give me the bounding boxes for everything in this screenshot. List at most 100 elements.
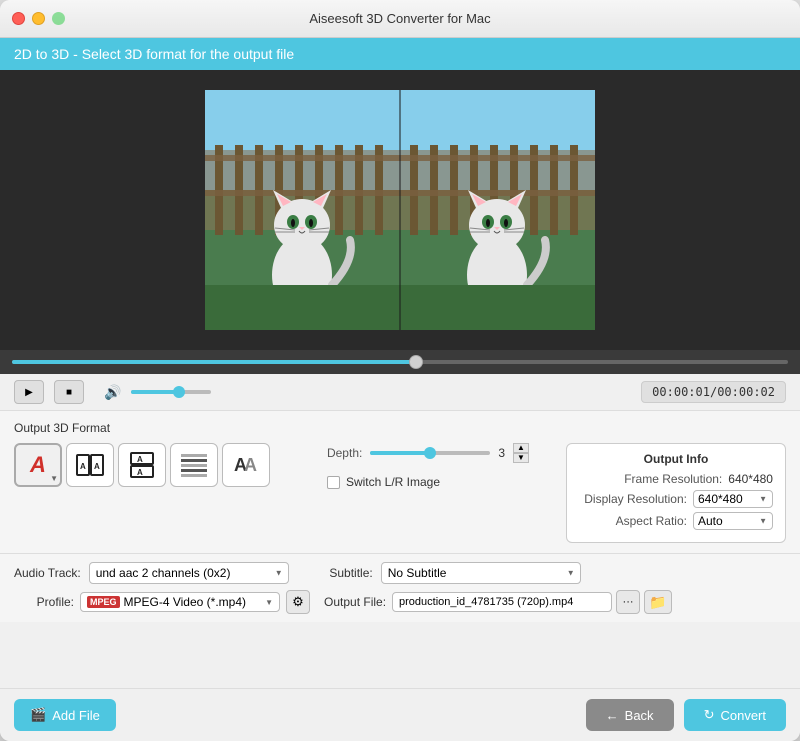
convert-icon: ↻ [704,707,715,723]
seek-track[interactable] [12,360,788,364]
title-bar: Aiseesoft 3D Converter for Mac [0,0,800,38]
time-display: 00:00:01/00:00:02 [641,381,786,403]
svg-text:A: A [137,468,143,477]
depth-label: Depth: [327,446,362,460]
aspect-ratio-wrapper: Auto 4:3 16:9 [693,512,773,530]
seek-thumb[interactable] [409,355,423,369]
close-button[interactable] [12,12,25,25]
format-icons-row: A ▼ A A [14,443,270,487]
right-buttons: ← Back ↻ Convert [586,699,786,731]
format-section: Output 3D Format A ▼ A A [0,411,800,553]
top-bottom-btn[interactable]: A A [118,443,166,487]
add-file-button[interactable]: 🎬 Add File [14,699,116,731]
traffic-lights [12,12,65,25]
add-file-icon: 🎬 [30,707,46,723]
controls-bar: ▶ ■ 🔊 00:00:01/00:00:02 [0,374,800,411]
profile-settings-btn[interactable]: ⚙ [286,590,310,614]
format-depth-area: A ▼ A A [14,443,786,543]
side-by-side-btn[interactable]: A A [66,443,114,487]
back-icon: ← [606,708,619,723]
display-resolution-row: Display Resolution: 640*480 1280*720 192… [579,490,773,508]
svg-text:A: A [94,462,100,471]
output-file-label: Output File: [324,595,386,609]
minimize-button[interactable] [32,12,45,25]
audio-track-select[interactable]: und aac 2 channels (0x2) [89,562,289,584]
output-info-box: Output Info Frame Resolution: 640*480 Di… [566,443,786,543]
column-interleaved-btn[interactable]: A A [222,443,270,487]
format-section-label: Output 3D Format [14,421,786,435]
display-resolution-select[interactable]: 640*480 1280*720 1920*1080 [693,490,773,508]
volume-thumb[interactable] [173,386,185,398]
profile-label: Profile: [14,595,74,609]
convert-label: Convert [720,708,766,723]
play-button[interactable]: ▶ [14,380,44,404]
profile-row: Profile: MPEG MPEG-4 Video (*.mp4) ▼ ⚙ O… [14,590,786,614]
volume-track[interactable] [131,390,211,394]
volume-icon: 🔊 [104,384,121,401]
interleaved-btn[interactable] [170,443,218,487]
depth-value: 3 [498,446,505,460]
audio-track-row: Audio Track: und aac 2 channels (0x2) Su… [14,562,786,584]
profile-dropdown-arrow: ▼ [265,598,273,607]
frame-resolution-value: 640*480 [728,472,773,486]
stop-button[interactable]: ■ [54,380,84,404]
depth-up-btn[interactable]: ▲ [513,443,529,453]
mpeg-logo: MPEG [87,596,120,608]
add-file-label: Add File [52,708,100,723]
format-left-col: A ▼ A A [14,443,270,487]
column-interleaved-icon: A A [231,451,261,479]
window-title: Aiseesoft 3D Converter for Mac [309,11,490,26]
aspect-ratio-row: Aspect Ratio: Auto 4:3 16:9 [579,512,773,530]
svg-text:A: A [137,455,143,464]
output-file-value: production_id_4781735 (720p).mp4 [392,592,612,612]
output-info-title: Output Info [579,452,773,466]
side-by-side-icon: A A [75,451,105,479]
svg-text:A: A [80,462,86,471]
switch-lr-checkbox[interactable] [327,476,340,489]
depth-fill [370,451,430,455]
output-file-row: production_id_4781735 (720p).mp4 ··· 📁 [392,590,672,614]
output-file-folder-btn[interactable]: 📁 [644,590,672,614]
frame-resolution-label: Frame Resolution: [624,472,722,486]
seek-fill [12,360,416,364]
depth-down-btn[interactable]: ▼ [513,453,529,463]
top-bottom-icon: A A [127,451,157,479]
subtitle-label: Subtitle: [313,566,373,580]
profile-value: MPEG-4 Video (*.mp4) [124,595,247,609]
profile-field: MPEG MPEG-4 Video (*.mp4) ▼ [80,592,280,612]
anaglyph-icon: A [30,452,46,478]
depth-thumb[interactable] [424,447,436,459]
aspect-ratio-select[interactable]: Auto 4:3 16:9 [693,512,773,530]
seek-bar-container [0,350,800,374]
back-label: Back [625,708,654,723]
depth-row: Depth: 3 ▲ ▼ [327,443,529,463]
anaglyph-dropdown-arrow: ▼ [50,474,58,483]
output-file-ellipsis-btn[interactable]: ··· [616,590,640,614]
depth-spinner[interactable]: ▲ ▼ [513,443,529,463]
frame-resolution-row: Frame Resolution: 640*480 [579,472,773,486]
switch-lr-row: Switch L/R Image [327,475,529,489]
aspect-ratio-label: Aspect Ratio: [616,514,687,528]
display-resolution-wrapper: 640*480 1280*720 1920*1080 [693,490,773,508]
interleaved-icon [179,451,209,479]
main-window: Aiseesoft 3D Converter for Mac 2D to 3D … [0,0,800,741]
volume-fill [131,390,179,394]
subtitle-wrapper: No Subtitle [381,562,581,584]
audio-track-wrapper: und aac 2 channels (0x2) [89,562,289,584]
switch-lr-label: Switch L/R Image [346,475,440,489]
depth-switch-col: Depth: 3 ▲ ▼ Switch L/R Image [327,443,529,489]
convert-button[interactable]: ↻ Convert [684,699,786,731]
video-preview [205,90,595,330]
video-area [0,70,800,350]
action-bar: 🎬 Add File ← Back ↻ Convert [0,688,800,741]
subtitle-select[interactable]: No Subtitle [381,562,581,584]
display-resolution-label: Display Resolution: [584,492,687,506]
depth-track[interactable] [370,451,490,455]
svg-text:A: A [244,455,257,475]
bottom-fields: Audio Track: und aac 2 channels (0x2) Su… [0,553,800,622]
back-button[interactable]: ← Back [586,699,674,731]
audio-track-label: Audio Track: [14,566,81,580]
banner: 2D to 3D - Select 3D format for the outp… [0,38,800,70]
maximize-button[interactable] [52,12,65,25]
anaglyph-btn[interactable]: A ▼ [14,443,62,487]
